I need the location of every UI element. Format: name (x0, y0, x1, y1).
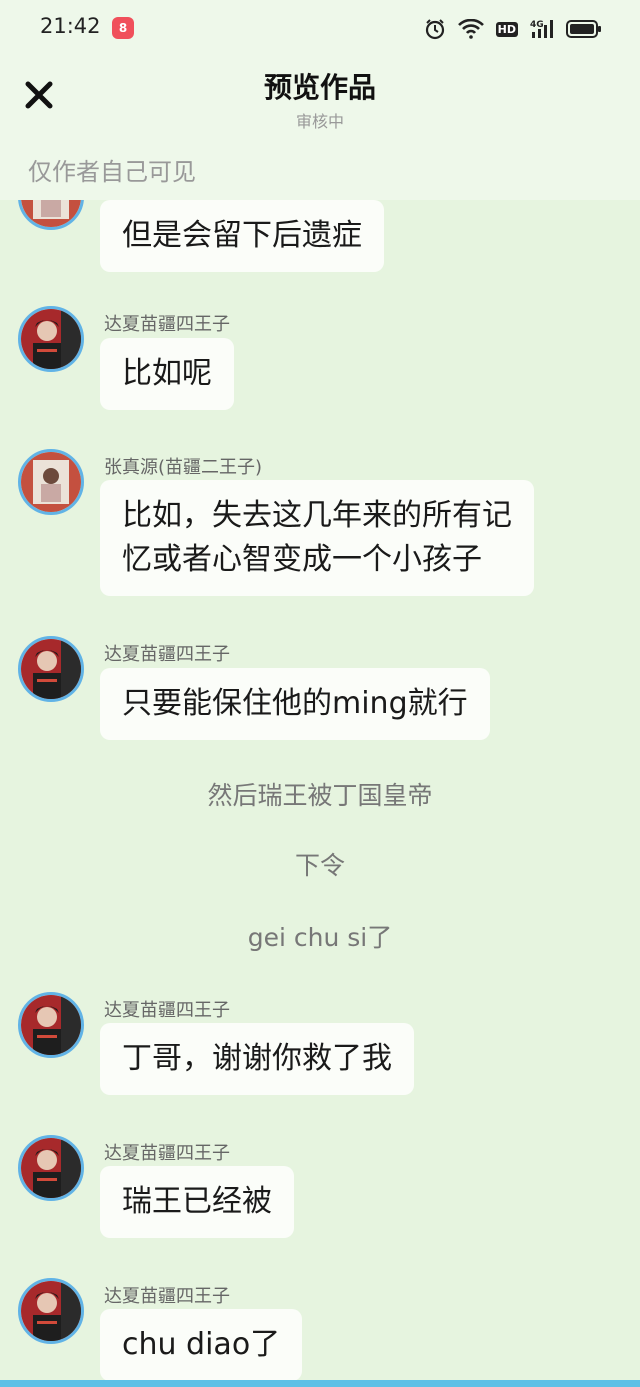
prince-avatar[interactable] (18, 1278, 84, 1344)
narration-text: 然后瑞王被丁国皇帝 (207, 781, 433, 810)
prince-avatar[interactable] (18, 992, 84, 1058)
message-bubble[interactable]: 瑞王已经被 (100, 1166, 294, 1238)
visibility-note: 仅作者自己可见 (28, 158, 196, 186)
sender-name: 达夏苗疆四王子 (104, 1286, 230, 1307)
status-bar: 21:42 8 HD 4G (0, 0, 640, 56)
battery-icon (566, 20, 601, 38)
prince-avatar[interactable] (18, 1135, 84, 1201)
prince-avatar[interactable] (18, 636, 84, 702)
narration-text: gei chu si了 (247, 923, 393, 952)
message-bubble[interactable]: 比如，失去这几年来的所有记 忆或者心智变成一个小孩子 (100, 480, 534, 596)
sender-name: 张真源(苗疆二王子) (104, 457, 263, 478)
page-title: 预览作品 (263, 71, 376, 104)
prince-avatar[interactable] (18, 306, 84, 372)
message-text: chu diao了 (122, 1327, 281, 1362)
message-text: 瑞王已经被 (122, 1184, 272, 1219)
message-bubble[interactable]: chu diao了 (100, 1309, 303, 1381)
message-bubble[interactable]: 但是会留下后遗症 (100, 200, 384, 272)
message-bubble[interactable]: 丁哥，谢谢你救了我 (100, 1023, 414, 1095)
sender-name: 达夏苗疆四王子 (104, 314, 230, 335)
message-text-line: 忆或者心智变成一个小孩子 (122, 542, 482, 577)
sender-name: 达夏苗疆四王子 (104, 644, 230, 665)
sender-name: 达夏苗疆四王子 (104, 1000, 230, 1021)
status-time: 21:42 (40, 14, 101, 38)
signal-4g-icon: 4G (530, 20, 553, 38)
wifi-icon (457, 19, 484, 39)
review-status: 审核中 (295, 112, 344, 131)
message-text: 丁哥，谢谢你救了我 (122, 1041, 392, 1076)
bottom-progress-bar (0, 1380, 640, 1387)
zhang-avatar[interactable] (18, 200, 84, 230)
message-text: 只要能保住他的ming就行 (122, 686, 468, 721)
message-text: 但是会留下后遗症 (122, 218, 362, 253)
kuaiying-app-icon: 8 (112, 17, 134, 39)
svg-text:4G: 4G (530, 20, 544, 30)
message-text: 比如呢 (122, 356, 212, 391)
hd-icon: HD (495, 21, 518, 37)
sender-name: 达夏苗疆四王子 (104, 1143, 230, 1164)
message-bubble[interactable]: 只要能保住他的ming就行 (100, 668, 490, 740)
preview-header: 预览作品 审核中 仅作者自己可见 (0, 56, 640, 200)
alarm-icon (425, 19, 444, 40)
narration-text: 下令 (294, 851, 345, 880)
status-icons: HD 4G (424, 16, 602, 42)
message-bubble[interactable]: 比如呢 (100, 338, 234, 410)
zhang-avatar[interactable] (18, 449, 84, 515)
chat-area[interactable]: 但是会留下后遗症 达夏苗疆四王子 比如呢 张真源(苗疆二王子) 比如，失去这几年… (0, 200, 640, 1387)
message-text-line: 比如，失去这几年来的所有记 (122, 498, 512, 533)
